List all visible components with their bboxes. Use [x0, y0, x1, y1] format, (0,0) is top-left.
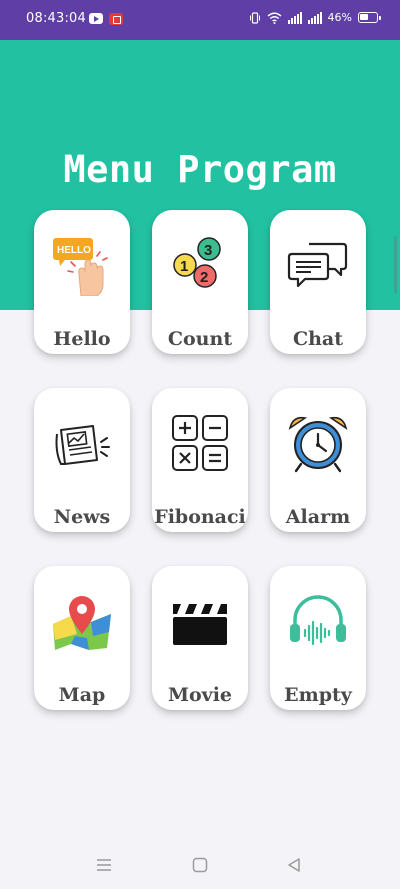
menu-card-news[interactable]: News [34, 388, 130, 532]
status-bar: 08:43:04 46% [0, 0, 400, 40]
hello-hand-icon: HELLO [53, 238, 108, 296]
menu-card-empty[interactable]: Empty [270, 566, 366, 710]
page-title: Menu Program [63, 148, 337, 191]
battery-icon [358, 12, 381, 23]
home-icon[interactable] [191, 857, 209, 873]
menu-card-chat[interactable]: Chat [270, 210, 366, 354]
menu-card-label: Alarm [285, 506, 351, 528]
menu-card-label: Map [58, 684, 106, 706]
menu-card-map[interactable]: Map [34, 566, 130, 710]
calculator-icon [172, 415, 228, 471]
menu-grid: HELLO Hello 3 1 2 Count Chat News Fibona… [34, 210, 366, 710]
headphones-icon [290, 595, 346, 646]
wifi-icon [267, 12, 281, 24]
battery-percent: 46% [327, 11, 352, 24]
menu-card-label: Chat [292, 328, 344, 350]
signal-icon [287, 11, 302, 24]
svg-text:HELLO: HELLO [57, 245, 91, 256]
back-icon[interactable] [285, 857, 303, 873]
menu-card-label: Fibonaci [154, 506, 246, 528]
screen-record-icon [109, 13, 123, 25]
clapperboard-icon [173, 604, 227, 645]
chat-bubbles-icon [287, 242, 348, 288]
navigation-bar [0, 841, 400, 889]
map-pin-icon [53, 596, 111, 650]
youtube-icon [89, 13, 103, 24]
menu-card-label: Empty [284, 684, 352, 706]
menu-card-count[interactable]: 3 1 2 Count [152, 210, 248, 354]
svg-text:2: 2 [200, 269, 208, 286]
menu-card-label: News [53, 506, 111, 528]
menu-card-fibonaci[interactable]: Fibonaci [152, 388, 248, 532]
newspaper-icon [55, 425, 110, 465]
status-time: 08:43:04 [26, 11, 86, 26]
alarm-clock-icon [288, 416, 348, 473]
menu-card-hello[interactable]: HELLO Hello [34, 210, 130, 354]
svg-text:1: 1 [180, 258, 188, 275]
count-bubbles-icon: 3 1 2 [173, 237, 221, 288]
svg-text:3: 3 [204, 242, 212, 259]
menu-card-label: Movie [167, 684, 233, 706]
menu-card-alarm[interactable]: Alarm [270, 388, 366, 532]
menu-card-label: Count [167, 328, 233, 350]
menu-icon[interactable] [95, 857, 113, 873]
vibrate-icon [249, 11, 260, 24]
menu-card-label: Hello [53, 328, 111, 350]
menu-card-movie[interactable]: Movie [152, 566, 248, 710]
scrollbar[interactable] [394, 236, 397, 294]
signal-icon [307, 11, 322, 24]
